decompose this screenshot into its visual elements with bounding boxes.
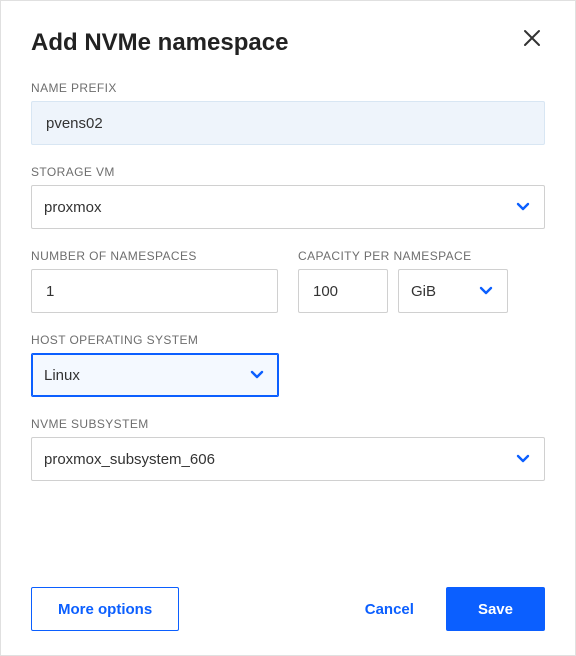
dialog-header: Add NVMe namespace (31, 29, 545, 57)
more-options-button[interactable]: More options (31, 587, 179, 631)
nvme-subsystem-group: NVME SUBSYSTEM proxmox_subsystem_606 (31, 417, 545, 481)
capacity-group: CAPACITY PER NAMESPACE GiB (298, 249, 545, 313)
storage-vm-value: proxmox (44, 199, 102, 216)
close-button[interactable] (519, 29, 545, 51)
cancel-button[interactable]: Cancel (361, 593, 418, 626)
num-namespaces-label: NUMBER OF NAMESPACES (31, 249, 278, 263)
name-prefix-label: NAME PREFIX (31, 81, 545, 95)
num-namespaces-group: NUMBER OF NAMESPACES (31, 249, 278, 313)
host-os-select[interactable]: Linux (31, 353, 279, 397)
num-namespaces-input[interactable] (44, 270, 265, 312)
footer-right: Cancel Save (361, 587, 545, 631)
storage-vm-select[interactable]: proxmox (31, 185, 545, 229)
chevron-down-icon (516, 454, 530, 464)
close-icon (523, 27, 541, 52)
host-os-value: Linux (44, 367, 80, 384)
capacity-label: CAPACITY PER NAMESPACE (298, 249, 545, 263)
nvme-subsystem-label: NVME SUBSYSTEM (31, 417, 545, 431)
nvme-subsystem-select[interactable]: proxmox_subsystem_606 (31, 437, 545, 481)
add-nvme-namespace-dialog: Add NVMe namespace NAME PREFIX STORAGE V… (0, 0, 576, 656)
chevron-down-icon (516, 202, 530, 212)
name-prefix-group: NAME PREFIX (31, 81, 545, 145)
chevron-down-icon (250, 370, 264, 380)
chevron-down-icon (479, 286, 493, 296)
storage-vm-label: STORAGE VM (31, 165, 545, 179)
dialog-title: Add NVMe namespace (31, 29, 288, 57)
storage-vm-group: STORAGE VM proxmox (31, 165, 545, 229)
capacity-unit-select[interactable]: GiB (398, 269, 508, 313)
name-prefix-input[interactable] (44, 102, 532, 144)
nvme-subsystem-value: proxmox_subsystem_606 (44, 451, 215, 468)
dialog-footer: More options Cancel Save (31, 587, 545, 631)
capacity-value-input-wrap (298, 269, 388, 313)
host-os-label: HOST OPERATING SYSTEM (31, 333, 545, 347)
capacity-value-input[interactable] (311, 270, 375, 312)
num-namespaces-input-wrap (31, 269, 278, 313)
count-capacity-row: NUMBER OF NAMESPACES CAPACITY PER NAMESP… (31, 249, 545, 313)
name-prefix-input-wrap (31, 101, 545, 145)
capacity-unit-value: GiB (411, 283, 436, 300)
host-os-group: HOST OPERATING SYSTEM Linux (31, 333, 545, 397)
save-button[interactable]: Save (446, 587, 545, 631)
